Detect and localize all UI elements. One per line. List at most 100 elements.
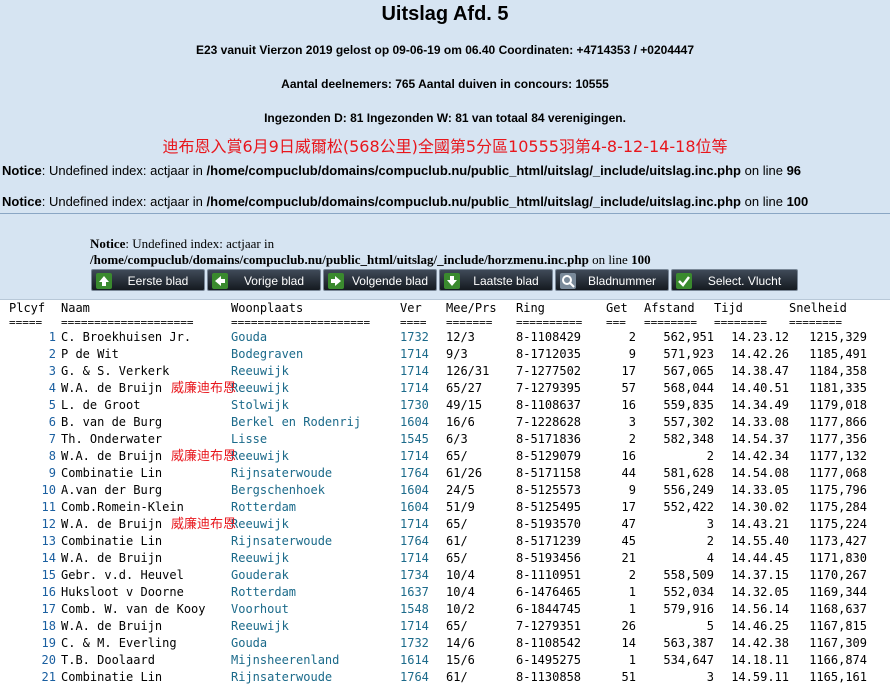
arrow-right-icon <box>328 273 344 289</box>
ver-link[interactable]: 1714 <box>400 346 446 363</box>
rank-cell[interactable]: 1 <box>0 329 61 346</box>
woonplaats-link[interactable]: Reeuwijk <box>231 380 400 397</box>
ver-link[interactable]: 1545 <box>400 431 446 448</box>
woonplaats-link[interactable]: Rotterdam <box>231 584 400 601</box>
rank-cell[interactable]: 11 <box>0 499 61 516</box>
last-page-button[interactable]: Laatste blad <box>439 269 553 291</box>
rank-cell[interactable]: 10 <box>0 482 61 499</box>
ver-link[interactable]: 1714 <box>400 448 446 465</box>
woonplaats-link[interactable]: Rijnsaterwoude <box>231 533 400 550</box>
ver-link[interactable]: 1734 <box>400 567 446 584</box>
rank-cell[interactable]: 5 <box>0 397 61 414</box>
select-flight-button[interactable]: Select. Vlucht <box>671 269 798 291</box>
rank-cell[interactable]: 16 <box>0 584 61 601</box>
snelheid-cell: 1175,284 <box>809 500 867 514</box>
woonplaats-link[interactable]: Rijnsaterwoude <box>231 465 400 482</box>
magnifier-icon <box>560 273 576 289</box>
woonplaats-link[interactable]: Bodegraven <box>231 346 400 363</box>
ver-link[interactable]: 1764 <box>400 533 446 550</box>
tijd-cell: 14.23.12 <box>731 330 789 344</box>
woonplaats-link[interactable]: Reeuwijk <box>231 448 400 465</box>
ver-link[interactable]: 1714 <box>400 363 446 380</box>
chinese-overlay-label: 威廉迪布恩 <box>171 381 237 396</box>
woonplaats-link[interactable]: Reeuwijk <box>231 550 400 567</box>
ring-cell: 6-1495275 <box>516 653 582 667</box>
woonplaats-link[interactable]: Rijnsaterwoude <box>231 669 400 686</box>
ver-link[interactable]: 1764 <box>400 465 446 482</box>
tijd-cell: 14.40.51 <box>731 381 789 395</box>
ver-link[interactable]: 1637 <box>400 584 446 601</box>
ver-link[interactable]: 1732 <box>400 635 446 652</box>
ver-link[interactable]: 1604 <box>400 499 446 516</box>
first-page-button[interactable]: Eerste blad <box>91 269 205 291</box>
woonplaats-link[interactable]: Reeuwijk <box>231 618 400 635</box>
snelheid-cell: 1177,132 <box>809 449 867 463</box>
ring-cell: 6-1844745 <box>516 602 582 616</box>
ver-link[interactable]: 1604 <box>400 482 446 499</box>
woonplaats-link[interactable]: Berkel en Rodenrij <box>231 414 400 431</box>
afstand-cell: 5 <box>706 619 714 633</box>
snelheid-cell: 1166,874 <box>809 653 867 667</box>
woonplaats-link[interactable]: Gouda <box>231 635 400 652</box>
rank-cell[interactable]: 21 <box>0 669 61 686</box>
ver-link[interactable]: 1714 <box>400 618 446 635</box>
woonplaats-link[interactable]: Reeuwijk <box>231 516 400 533</box>
next-page-button[interactable]: Volgende blad <box>323 269 437 291</box>
col-header-ring: Ring <box>516 301 545 315</box>
afstand-cell: 567,065 <box>663 364 714 378</box>
rank-cell[interactable]: 19 <box>0 635 61 652</box>
ring-cell: 8-5125495 <box>516 500 582 514</box>
afstand-cell: 579,916 <box>663 602 714 616</box>
woonplaats-link[interactable]: Gouderak <box>231 567 400 584</box>
woonplaats-link[interactable]: Rotterdam <box>231 499 400 516</box>
rank-cell[interactable]: 18 <box>0 618 61 635</box>
page-number-button[interactable]: Bladnummer <box>555 269 669 291</box>
ver-link[interactable]: 1714 <box>400 550 446 567</box>
ver-link[interactable]: 1764 <box>400 669 446 686</box>
rank-cell[interactable]: 2 <box>0 346 61 363</box>
ver-link[interactable]: 1714 <box>400 380 446 397</box>
ver-link[interactable]: 1604 <box>400 414 446 431</box>
rank-cell[interactable]: 7 <box>0 431 61 448</box>
rank-cell[interactable]: 17 <box>0 601 61 618</box>
rank-cell[interactable]: 9 <box>0 465 61 482</box>
ver-link[interactable]: 1614 <box>400 652 446 669</box>
afstand-cell: 582,348 <box>663 432 714 446</box>
woonplaats-link[interactable]: Bergschenhoek <box>231 482 400 499</box>
name-cell: A.van der Burg <box>61 483 163 497</box>
rank-cell[interactable]: 14 <box>0 550 61 567</box>
snelheid-cell: 1177,866 <box>809 415 867 429</box>
name-cell: Combinatie Lin <box>61 670 163 684</box>
rank-cell[interactable]: 6 <box>0 414 61 431</box>
arrow-up-icon <box>96 273 112 289</box>
woonplaats-link[interactable]: Voorhout <box>231 601 400 618</box>
ver-link[interactable]: 1732 <box>400 329 446 346</box>
rank-cell[interactable]: 8 <box>0 448 61 465</box>
woonplaats-link[interactable]: Lisse <box>231 431 400 448</box>
woonplaats-link[interactable]: Reeuwijk <box>231 363 400 380</box>
previous-page-button[interactable]: Vorige blad <box>207 269 321 291</box>
meeprs-cell: 15/6 <box>446 653 475 667</box>
ver-link[interactable]: 1730 <box>400 397 446 414</box>
rank-cell[interactable]: 13 <box>0 533 61 550</box>
rank-cell[interactable]: 12 <box>0 516 61 533</box>
tijd-cell: 14.54.37 <box>731 432 789 446</box>
rank-cell[interactable]: 15 <box>0 567 61 584</box>
name-cell: G. & S. Verkerk <box>61 364 170 378</box>
woonplaats-link[interactable]: Gouda <box>231 329 400 346</box>
snelheid-cell: 1179,018 <box>809 398 867 412</box>
separator: ======== <box>644 316 697 329</box>
chinese-overlay-label: 威廉迪布恩 <box>171 517 237 532</box>
rank-cell[interactable]: 20 <box>0 652 61 669</box>
ver-link[interactable]: 1548 <box>400 601 446 618</box>
rank-cell[interactable]: 4 <box>0 380 61 397</box>
notice-message: Notice: Undefined index: actjaar in /hom… <box>2 194 809 209</box>
ring-cell: 8-5171836 <box>516 432 582 446</box>
ver-link[interactable]: 1714 <box>400 516 446 533</box>
woonplaats-link[interactable]: Mijnsheerenland <box>231 652 400 669</box>
table-row: 17 Comb. W. van de Kooy Voorhout 1548 10/2 6-… <box>0 601 871 618</box>
get-cell: 26 <box>621 619 636 633</box>
woonplaats-link[interactable]: Stolwijk <box>231 397 400 414</box>
rank-cell[interactable]: 3 <box>0 363 61 380</box>
tijd-cell: 14.56.14 <box>731 602 789 616</box>
